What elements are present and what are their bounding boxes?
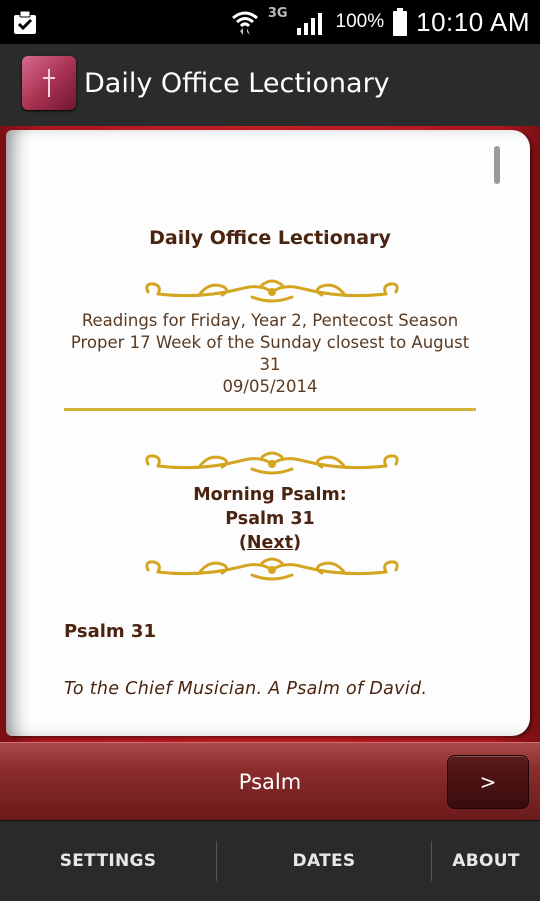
- next-link-wrap: (Next): [238, 533, 302, 553]
- section-value: Psalm 31: [225, 509, 315, 529]
- gold-ornament: [145, 451, 399, 475]
- reading-line: Readings for Friday, Year 2, Pentecost S…: [81, 311, 459, 330]
- task-done-icon: [14, 10, 36, 34]
- next-button[interactable]: >: [447, 755, 529, 809]
- status-bar: 3G 100% 10:10 AM: [0, 0, 540, 44]
- psalm-title: Psalm 31: [64, 621, 156, 642]
- gold-ornament: [145, 279, 399, 303]
- scrollbar[interactable]: [494, 146, 500, 184]
- wifi-icon: [231, 11, 258, 35]
- battery-percent: 100%: [335, 11, 385, 32]
- book-page[interactable]: [6, 130, 530, 736]
- section-bar: Psalm >: [0, 742, 540, 821]
- tab-about[interactable]: ABOUT: [432, 821, 540, 901]
- document-title: Daily Office Lectionary: [149, 227, 391, 249]
- network-type: 3G: [267, 5, 288, 21]
- reading-line: 31: [259, 355, 281, 374]
- gold-ornament: [145, 557, 399, 581]
- psalm-superscription: To the Chief Musician. A Psalm of David.: [64, 679, 428, 699]
- tab-dates[interactable]: DATES: [217, 821, 431, 901]
- bible-icon[interactable]: [22, 56, 76, 110]
- battery-icon: [393, 8, 408, 36]
- tab-settings[interactable]: SETTINGS: [0, 821, 216, 901]
- app-bar: Daily Office Lectionary: [0, 44, 540, 128]
- morning-psalm-section: Morning Psalm: Psalm 31 (Next): [60, 483, 480, 555]
- bottom-tab-bar: SETTINGS DATES ABOUT: [0, 820, 540, 901]
- reading-date: 09/05/2014: [222, 377, 318, 396]
- reading-line: Proper 17 Week of the Sunday closest to …: [70, 333, 470, 352]
- reading-info: Readings for Friday, Year 2, Pentecost S…: [60, 310, 480, 398]
- app-title: Daily Office Lectionary: [84, 68, 390, 99]
- clock: 10:10 AM: [416, 6, 530, 37]
- next-link[interactable]: Next: [247, 533, 293, 553]
- gold-divider: [64, 408, 476, 411]
- cross-icon: [43, 69, 55, 97]
- section-heading: Morning Psalm:: [193, 485, 347, 505]
- signal-icon: [296, 13, 322, 35]
